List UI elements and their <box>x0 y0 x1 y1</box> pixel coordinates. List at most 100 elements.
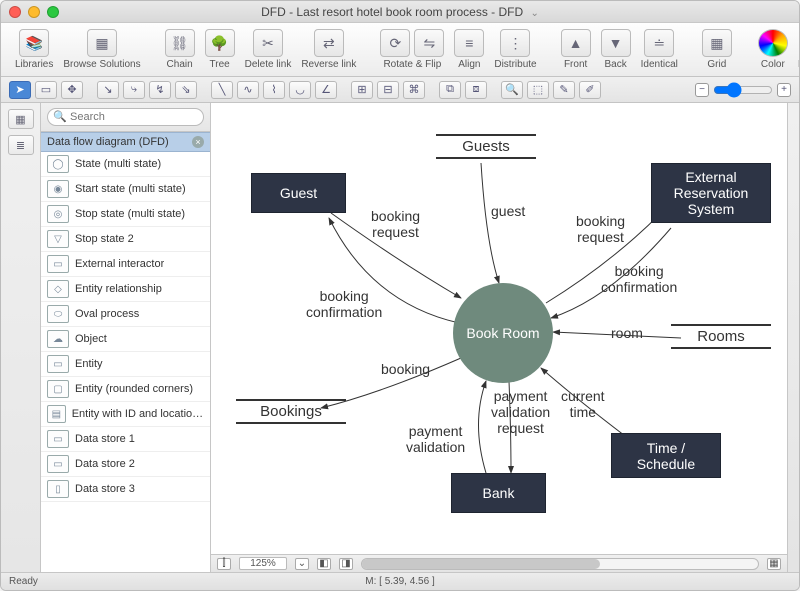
library-item[interactable]: ▯Data store 3 <box>41 477 210 502</box>
identical-icon[interactable]: ≐ <box>644 29 674 57</box>
front-icon[interactable]: ▲ <box>561 29 591 57</box>
library-item[interactable]: ▭Entity <box>41 352 210 377</box>
toolbar-group-grid: ▦Grid <box>698 29 736 70</box>
chain-icon[interactable]: ⛓ <box>165 29 195 57</box>
library-item[interactable]: ▽Stop state 2 <box>41 227 210 252</box>
library-item[interactable]: ◇Entity relationship <box>41 277 210 302</box>
external-ers[interactable]: External Reservation System <box>651 163 771 223</box>
zoom-slider[interactable] <box>713 82 773 98</box>
text-tool[interactable]: ✐ <box>579 81 601 99</box>
flow-guest: guest <box>491 203 525 219</box>
rotate-icon[interactable]: ⟳ <box>380 29 410 57</box>
flow-booking-request-guest: booking request <box>371 208 420 240</box>
page-nav-icon[interactable]: ⫿ <box>217 558 231 570</box>
angle-tool[interactable]: ∠ <box>315 81 337 99</box>
library-item[interactable]: ▤Entity with ID and location (rou... <box>41 402 210 427</box>
flow-current-time: current time <box>561 388 605 420</box>
back-icon[interactable]: ▼ <box>601 29 631 57</box>
library-item-label: Entity <box>75 358 103 370</box>
zoom-in-button[interactable]: + <box>777 83 791 97</box>
align-icon[interactable]: ≡ <box>454 29 484 57</box>
flip-icon[interactable]: ⇋ <box>414 29 444 57</box>
library-item[interactable]: ◎Stop state (multi state) <box>41 202 210 227</box>
library-list: ◯State (multi state)◉Start state (multi … <box>41 152 210 572</box>
polyline-tool[interactable]: ⌇ <box>263 81 285 99</box>
line-tool[interactable]: ╲ <box>211 81 233 99</box>
node-tool-2[interactable]: ⊟ <box>377 81 399 99</box>
connector-tool-1[interactable]: ↘ <box>97 81 119 99</box>
toolbar-group-tree: 🌳 Tree <box>201 29 239 70</box>
horizontal-scrollbar[interactable] <box>361 558 759 570</box>
group-tool-2[interactable]: ⧈ <box>465 81 487 99</box>
connector-tool-4[interactable]: ⇘ <box>175 81 197 99</box>
left-tab-rail: ▦ ≣ <box>1 103 41 572</box>
library-item[interactable]: ◉Start state (multi state) <box>41 177 210 202</box>
node-tool-3[interactable]: ⌘ <box>403 81 425 99</box>
toolbar-label: Reverse link <box>301 59 356 70</box>
search-input[interactable] <box>47 108 204 126</box>
connector-tool-3[interactable]: ↯ <box>149 81 171 99</box>
curve-tool[interactable]: ∿ <box>237 81 259 99</box>
library-item[interactable]: ▢Entity (rounded corners) <box>41 377 210 402</box>
external-time[interactable]: Time / Schedule <box>611 433 721 478</box>
zoom-value[interactable]: 125% <box>239 557 287 570</box>
shape-icon: ▭ <box>47 430 69 448</box>
node-tool-1[interactable]: ⊞ <box>351 81 373 99</box>
vertical-scrollbar[interactable] <box>787 103 799 572</box>
toolbar-label: Tree <box>210 59 230 70</box>
color-icon[interactable] <box>758 29 788 57</box>
toolbar-label: Libraries <box>15 59 53 70</box>
toolbar-group-distribute: ⋮Distribute <box>490 29 540 70</box>
delete-link-icon[interactable]: ✂ <box>253 29 283 57</box>
eyedropper-tool[interactable]: ✎ <box>553 81 575 99</box>
store-bookings[interactable]: Bookings <box>246 403 336 420</box>
reverse-link-icon[interactable]: ⇄ <box>314 29 344 57</box>
close-category-icon[interactable]: × <box>192 136 204 148</box>
library-item[interactable]: ☁Object <box>41 327 210 352</box>
toolbar-label: Front <box>564 59 587 70</box>
library-item[interactable]: ▭External interactor <box>41 252 210 277</box>
search-icon: 🔍 <box>53 110 67 123</box>
library-item[interactable]: ▭Data store 2 <box>41 452 210 477</box>
ruler-toggle[interactable]: ▦ <box>767 558 781 570</box>
toolbar-label: Delete link <box>245 59 292 70</box>
store-guests[interactable]: Guests <box>446 138 526 155</box>
grid-apps-icon[interactable]: ▦ <box>87 29 117 57</box>
library-category-header[interactable]: Data flow diagram (DFD) × <box>41 132 210 152</box>
pointer-tool[interactable]: ➤ <box>9 81 31 99</box>
diagram-canvas[interactable]: Guests Rooms Bookings Guest External Res… <box>211 103 787 554</box>
library-item-label: Oval process <box>75 308 139 320</box>
store-rooms[interactable]: Rooms <box>681 328 761 345</box>
process-book-room[interactable]: Book Room <box>453 283 553 383</box>
tab-shapes[interactable]: ▦ <box>8 109 34 129</box>
books-icon[interactable]: 📚 <box>19 29 49 57</box>
zoom-step-down[interactable]: ⌄ <box>295 558 309 570</box>
grid-icon[interactable]: ▦ <box>702 29 732 57</box>
magnifier-tool[interactable]: 🔍 <box>501 81 523 99</box>
zoom-out-button[interactable]: − <box>695 83 709 97</box>
library-item[interactable]: ▭Data store 1 <box>41 427 210 452</box>
rect-tool[interactable]: ▭ <box>35 81 57 99</box>
toolbar-group-libraries: 📚 Libraries <box>11 29 57 70</box>
group-tool-1[interactable]: ⧉ <box>439 81 461 99</box>
distribute-icon[interactable]: ⋮ <box>500 29 530 57</box>
arc-tool[interactable]: ◡ <box>289 81 311 99</box>
flow-booking-confirmation-guest: booking confirmation <box>306 288 382 320</box>
library-item-label: Stop state (multi state) <box>75 208 185 220</box>
library-item-label: Entity with ID and location (rou... <box>72 408 204 420</box>
external-guest[interactable]: Guest <box>251 173 346 213</box>
canvas-footer-bar: ⫿ 125% ⌄ ◧ ◨ ▦ <box>211 554 787 572</box>
tool-ribbon: ➤ ▭ ✥ ↘ ⤷ ↯ ⇘ ╲ ∿ ⌇ ◡ ∠ ⊞ ⊟ ⌘ ⧉ ⧈ 🔍 ⬚ ✎ … <box>1 77 799 103</box>
pan-tool[interactable]: ✥ <box>61 81 83 99</box>
page-toggle-2[interactable]: ◨ <box>339 558 353 570</box>
crop-tool[interactable]: ⬚ <box>527 81 549 99</box>
library-item[interactable]: ◯State (multi state) <box>41 152 210 177</box>
external-bank[interactable]: Bank <box>451 473 546 513</box>
app-window: DFD - Last resort hotel book room proces… <box>0 0 800 591</box>
library-item[interactable]: ⬭Oval process <box>41 302 210 327</box>
tree-icon[interactable]: 🌳 <box>205 29 235 57</box>
connector-tool-2[interactable]: ⤷ <box>123 81 145 99</box>
tab-layers[interactable]: ≣ <box>8 135 34 155</box>
page-toggle-1[interactable]: ◧ <box>317 558 331 570</box>
chevron-down-icon[interactable]: ⌄ <box>531 8 539 19</box>
